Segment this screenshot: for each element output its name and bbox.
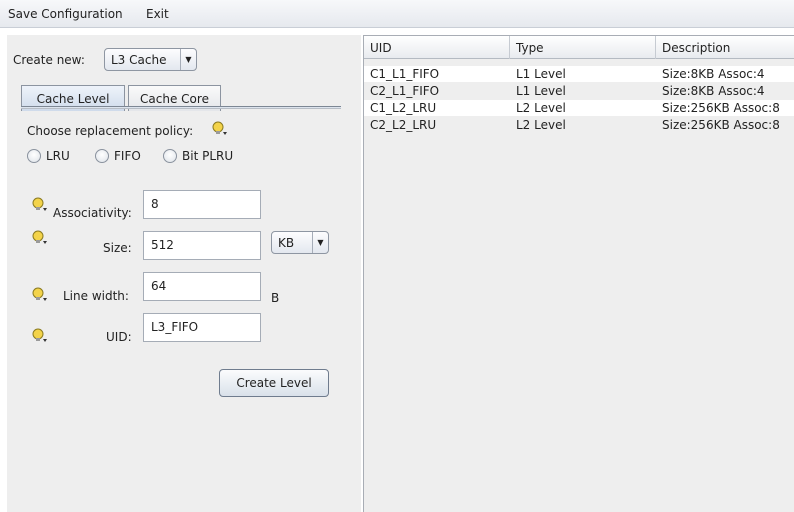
table-header: UID Type Description	[364, 36, 794, 59]
tab-cache-level-label: Cache Level	[36, 91, 110, 106]
create-new-value: L3 Cache	[111, 52, 167, 67]
tab-divider	[21, 106, 341, 109]
radio-bit-plru[interactable]: Bit PLRU	[163, 149, 233, 163]
chevron-down-icon: ▼	[312, 232, 328, 253]
cell-type: L2 Level	[516, 101, 566, 115]
cell-type: L1 Level	[516, 67, 566, 81]
size-unit-value: KB	[278, 235, 295, 250]
lightbulb-hint-icon	[32, 328, 47, 342]
line-width-field[interactable]: 64	[143, 272, 261, 301]
table-row[interactable]: C2_L1_FIFO L1 Level Size:8KB Assoc:4	[364, 83, 794, 99]
cell-type: L1 Level	[516, 84, 566, 98]
menu-bar: Save Configuration Exit	[0, 0, 794, 28]
cell-uid: C2_L2_LRU	[370, 118, 437, 132]
cell-description: Size:256KB Assoc:8	[662, 101, 780, 115]
radio-lru-label: LRU	[46, 149, 70, 163]
column-header-type[interactable]: Type	[510, 36, 656, 59]
size-label: Size:	[103, 241, 132, 255]
size-field[interactable]: 512	[143, 231, 261, 260]
policy-label: Choose replacement policy:	[27, 124, 194, 138]
cell-description: Size:8KB Assoc:4	[662, 67, 765, 81]
cell-uid: C2_L1_FIFO	[370, 84, 440, 98]
cell-uid: C1_L2_LRU	[370, 101, 437, 115]
line-width-label: Line width:	[63, 289, 129, 303]
menu-exit[interactable]: Exit	[146, 7, 169, 21]
cell-description: Size:8KB Assoc:4	[662, 84, 765, 98]
column-header-description[interactable]: Description	[656, 36, 794, 59]
lightbulb-hint-icon	[212, 121, 227, 135]
radio-fifo-label: FIFO	[114, 149, 141, 163]
create-level-button[interactable]: Create Level	[219, 369, 329, 397]
associativity-label: Associativity:	[53, 206, 132, 220]
radio-lru-button[interactable]	[27, 149, 41, 163]
cell-uid: C1_L1_FIFO	[370, 67, 440, 81]
tab-cache-core-label: Cache Core	[140, 91, 209, 106]
table-row[interactable]: C1_L2_LRU L2 Level Size:256KB Assoc:8	[364, 100, 794, 116]
radio-fifo[interactable]: FIFO	[95, 149, 141, 163]
associativity-field[interactable]: 8	[143, 190, 261, 219]
size-unit-select[interactable]: KB ▼	[271, 231, 329, 254]
table-row[interactable]: C1_L1_FIFO L1 Level Size:8KB Assoc:4	[364, 66, 794, 82]
radio-bit-plru-button[interactable]	[163, 149, 177, 163]
line-width-unit: B	[271, 291, 280, 305]
uid-label: UID:	[106, 330, 132, 344]
table-row[interactable]: C2_L2_LRU L2 Level Size:256KB Assoc:8	[364, 117, 794, 133]
cell-type: L2 Level	[516, 118, 566, 132]
uid-field[interactable]: L3_FIFO	[143, 313, 261, 342]
radio-bit-plru-label: Bit PLRU	[182, 149, 234, 163]
radio-lru[interactable]: LRU	[27, 149, 70, 163]
lightbulb-hint-icon	[32, 197, 47, 211]
configuration-panel: Create new: L3 Cache ▼ Cache Level Cache…	[7, 35, 361, 512]
lightbulb-hint-icon	[32, 287, 47, 301]
levels-table: UID Type Description C1_L1_FIFO L1 Level…	[363, 35, 794, 512]
radio-fifo-button[interactable]	[95, 149, 109, 163]
cell-description: Size:256KB Assoc:8	[662, 118, 780, 132]
chevron-down-icon: ▼	[180, 49, 196, 70]
menu-save-configuration[interactable]: Save Configuration	[8, 7, 123, 21]
create-new-select[interactable]: L3 Cache ▼	[104, 48, 197, 71]
column-header-uid[interactable]: UID	[364, 36, 510, 59]
create-new-label: Create new:	[13, 53, 85, 67]
lightbulb-hint-icon	[32, 230, 47, 244]
create-level-button-label: Create Level	[236, 376, 312, 390]
